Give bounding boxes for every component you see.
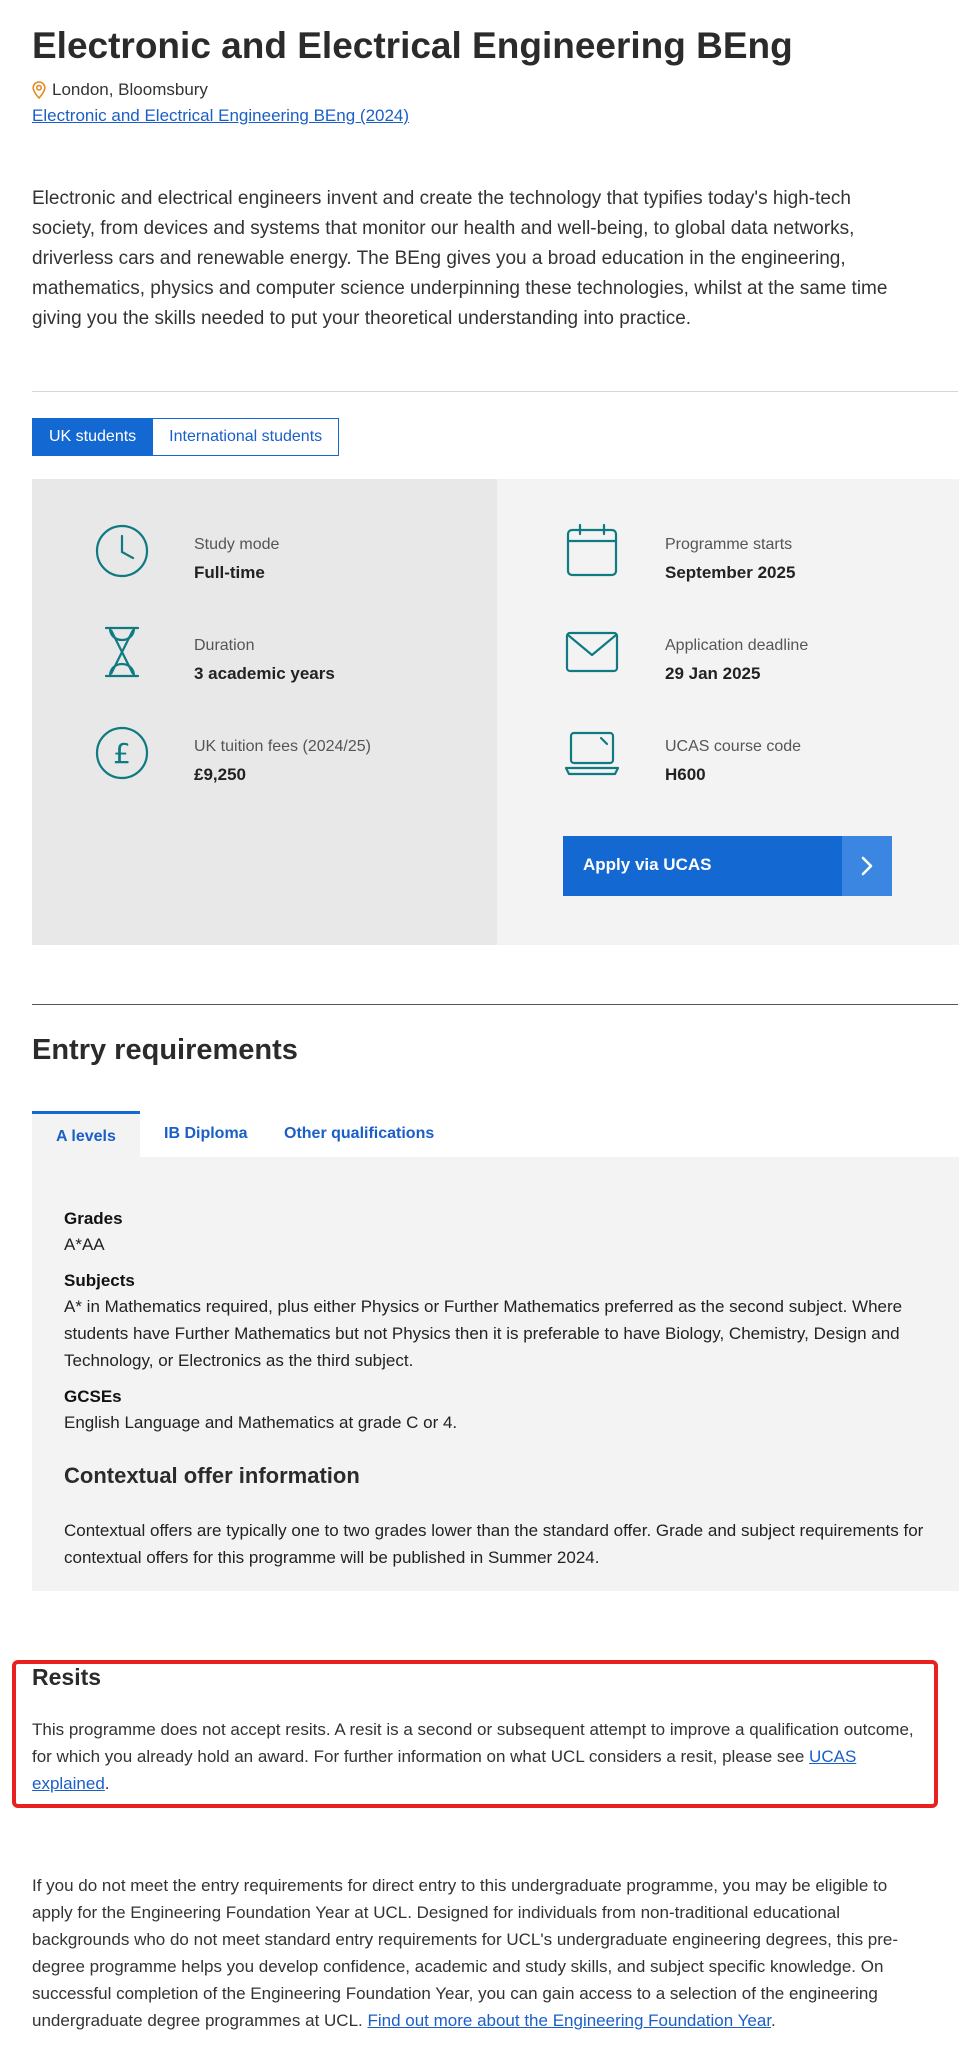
divider: [32, 1004, 958, 1005]
a-levels-panel: Grades A*AA Subjects A* in Mathematics r…: [32, 1157, 959, 1591]
programme-intro: Electronic and electrical engineers inve…: [32, 188, 888, 329]
subjects-heading: Subjects: [64, 1271, 135, 1290]
svg-text:£: £: [113, 737, 131, 770]
previous-year-link[interactable]: Electronic and Electrical Engineering BE…: [32, 106, 409, 126]
tab-uk-students[interactable]: UK students: [32, 418, 154, 456]
study-mode-value: Full-time: [194, 563, 265, 582]
location-text: London, Bloomsbury: [52, 80, 208, 99]
programme-starts-label: Programme starts: [665, 536, 793, 553]
entry-requirements-heading: Entry requirements: [32, 1034, 298, 1066]
contextual-offer-text: Contextual offers are typically one to t…: [64, 1521, 924, 1567]
tab-other-qualifications-label: Other qualifications: [284, 1125, 435, 1142]
tab-other-qualifications[interactable]: Other qualifications: [260, 1111, 450, 1157]
programme-starts-value: September 2025: [665, 563, 796, 582]
calendar-icon: [566, 523, 618, 577]
apply-button-label: Apply via UCAS: [583, 855, 712, 874]
fees-label: UK tuition fees (2024/25): [194, 738, 371, 755]
qualification-tabs: A levels IB Diploma Other qualifications: [32, 1111, 959, 1157]
duration-label: Duration: [194, 637, 255, 654]
resits-end: .: [104, 1774, 110, 1793]
tab-a-levels-label: A levels: [56, 1128, 116, 1145]
duration-value: 3 academic years: [194, 664, 335, 683]
apply-via-ucas-button[interactable]: Apply via UCAS: [563, 836, 892, 896]
programme-page: Electronic and Electrical Engineering BE…: [0, 0, 959, 2052]
subjects-value: A* in Mathematics required, plus either …: [64, 1297, 903, 1370]
gcses-heading: GCSEs: [64, 1387, 122, 1406]
key-facts-left: Study mode Full-time Duration 3 academic…: [32, 479, 497, 945]
foundation-year-link[interactable]: Find out more about the Engineering Foun…: [367, 2011, 771, 2030]
chevron-right-icon: [842, 836, 892, 896]
tab-a-levels[interactable]: A levels: [32, 1111, 140, 1157]
foundation-year-text: If you do not meet the entry requirement…: [32, 1872, 932, 2034]
study-mode-label: Study mode: [194, 536, 280, 553]
audience-tabs: UK students International students: [32, 418, 340, 456]
contextual-offer-heading: Contextual offer information: [64, 1463, 360, 1488]
laptop-icon: [564, 731, 620, 776]
resits-heading: Resits: [32, 1664, 102, 1690]
tab-ib-diploma[interactable]: IB Diploma: [140, 1111, 260, 1157]
foundation-body: If you do not meet the entry requirement…: [32, 1876, 899, 2030]
tab-ib-diploma-label: IB Diploma: [164, 1125, 248, 1142]
grades-heading: Grades: [64, 1209, 123, 1228]
fees-value: £9,250: [194, 765, 246, 784]
resits-body: This programme does not accept resits. A…: [32, 1720, 914, 1766]
tab-international-students[interactable]: International students: [153, 418, 340, 456]
ucas-code-value: H600: [665, 765, 706, 784]
ucas-code-label: UCAS course code: [665, 738, 802, 755]
application-deadline-label: Application deadline: [665, 637, 809, 654]
page-title: Electronic and Electrical Engineering BE…: [32, 25, 793, 66]
envelope-icon: [565, 631, 619, 673]
grades-value: A*AA: [64, 1235, 105, 1254]
hourglass-icon: [104, 626, 140, 678]
resits-text: This programme does not accept resits. A…: [32, 1716, 932, 1797]
pound-icon: £: [95, 726, 149, 780]
clock-icon: [95, 524, 149, 578]
location: London, Bloomsbury: [32, 80, 208, 100]
application-deadline-value: 29 Jan 2025: [665, 664, 761, 683]
gcses-value: English Language and Mathematics at grad…: [64, 1413, 458, 1432]
divider: [32, 391, 958, 392]
location-pin-icon: [32, 81, 46, 99]
foundation-end: .: [771, 2011, 776, 2030]
